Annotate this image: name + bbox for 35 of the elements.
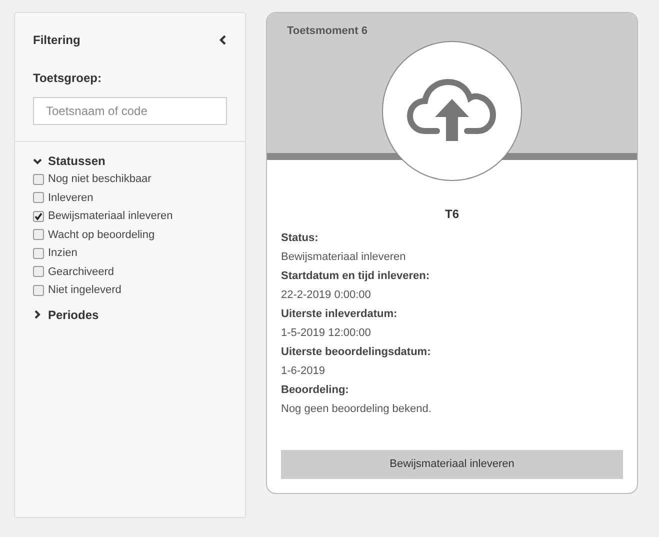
checkbox-label: Inleveren — [48, 190, 94, 206]
checkbox-label: Inzien — [48, 246, 78, 261]
search-field[interactable]: Toetsnaam of code — [33, 97, 227, 125]
checkbox[interactable] — [33, 210, 44, 222]
field-label: Uiterste inleverdatum: — [281, 307, 398, 322]
section-toggle[interactable]: Statussen — [33, 152, 227, 170]
field-value: 1-5-2019 12:00:00 — [281, 326, 372, 341]
panel-title: Filtering — [33, 32, 80, 49]
field-value: 22-2-2019 0:00:00 — [281, 288, 372, 303]
section-toggle[interactable]: Periodes — [33, 306, 227, 324]
field-label: Uiterste beoordelingsdatum: — [281, 345, 432, 360]
field-value: Nog geen beoordeling bekend. — [281, 402, 432, 417]
field-label: Beoordeling: — [281, 383, 350, 398]
chevron-right-icon — [33, 310, 42, 319]
collapse-icon[interactable] — [219, 35, 227, 45]
checkbox[interactable] — [33, 174, 44, 185]
checkbox-label: Bewijsmateriaal inleveren — [48, 209, 173, 224]
checkbox-label: Wacht op beoordeling — [48, 228, 155, 242]
submit-button[interactable]: Bewijsmateriaal inleveren — [281, 450, 623, 479]
field-label: Startdatum en tijd inleveren: — [281, 269, 431, 284]
field-label: Status: — [281, 231, 320, 246]
checkbox-label: Gearchiveerd — [48, 264, 114, 280]
checkbox-label: Niet ingeleverd — [48, 283, 122, 298]
checkbox-label: Nog niet beschikbaar — [48, 172, 152, 187]
test-code: T6 — [444, 206, 460, 223]
checkbox[interactable] — [33, 192, 44, 204]
checkbox[interactable] — [33, 229, 44, 240]
chevron-down-icon — [33, 156, 42, 166]
field-label: Toetsgroep: — [33, 70, 102, 87]
field-value: 1-6-2019 — [281, 364, 326, 379]
checkbox[interactable] — [33, 248, 44, 259]
field-value: Bewijsmateriaal inleveren — [281, 250, 407, 265]
checkbox[interactable] — [33, 284, 44, 296]
checkbox[interactable] — [33, 266, 44, 278]
card-title: Toetsmoment 6 — [287, 24, 368, 39]
